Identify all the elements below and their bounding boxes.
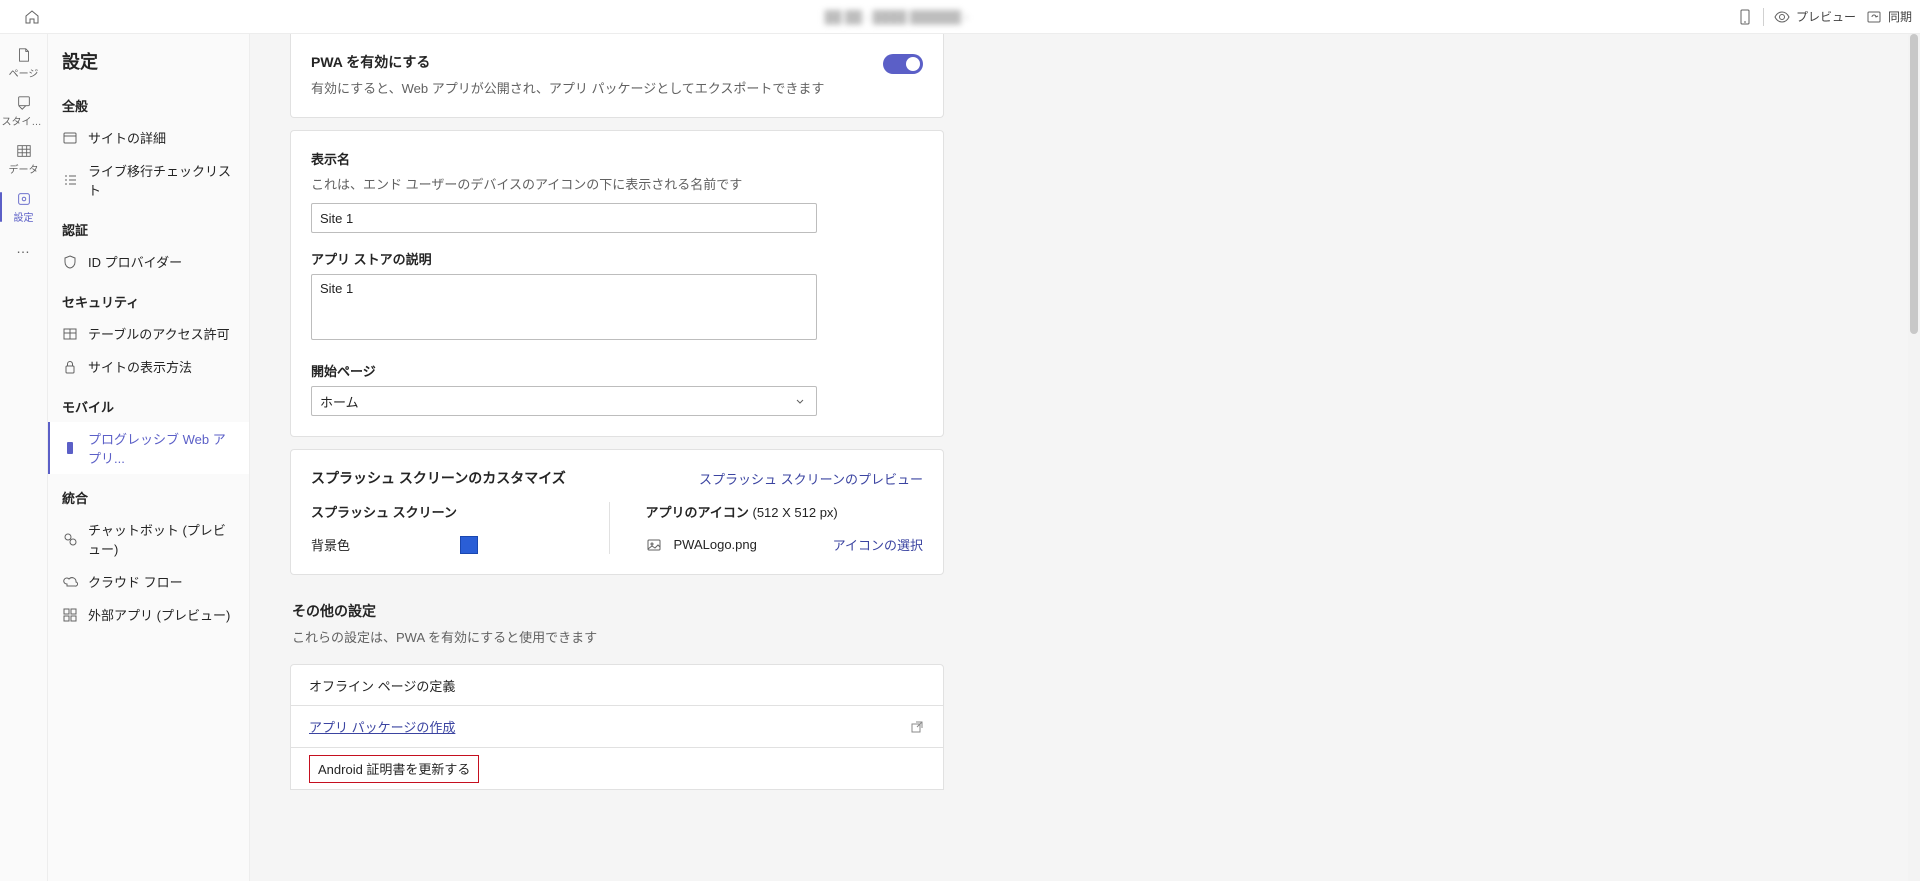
scrollbar-track[interactable] xyxy=(1908,34,1920,881)
icon-select-link[interactable]: アイコンの選択 xyxy=(833,535,923,554)
rail-more[interactable]: … xyxy=(0,232,48,264)
cloud-flow-icon xyxy=(62,574,78,590)
external-link-icon xyxy=(909,719,925,735)
site-details-icon xyxy=(62,130,78,146)
rail-data[interactable]: データ xyxy=(0,136,48,182)
eye-icon xyxy=(1774,9,1790,25)
android-cert-row[interactable]: Android 証明書を更新する xyxy=(309,755,479,783)
sidebar-item-golive[interactable]: ライブ移行チェックリスト xyxy=(48,154,249,206)
rail-styling[interactable]: スタイル... xyxy=(0,88,48,134)
store-desc-input[interactable] xyxy=(311,274,817,340)
section-general: 全般 xyxy=(48,82,249,121)
home-icon[interactable] xyxy=(24,9,40,25)
sync-button[interactable]: 同期 xyxy=(1866,8,1912,25)
display-name-label: 表示名 xyxy=(311,149,923,168)
splash-title: スプラッシュ スクリーンのカスタマイズ xyxy=(311,468,566,488)
create-package-link[interactable]: アプリ パッケージの作成 xyxy=(309,717,455,736)
chevron-down-icon xyxy=(792,393,808,409)
page-icon xyxy=(16,47,32,63)
rail-settings[interactable]: 設定 xyxy=(0,184,48,230)
pwa-enable-toggle[interactable] xyxy=(883,54,923,74)
lock-icon xyxy=(62,359,78,375)
phone-icon xyxy=(62,440,78,456)
display-name-input[interactable] xyxy=(311,203,817,233)
pwa-enable-desc: 有効にすると、Web アプリが公開され、アプリ パッケージとしてエクスポートでき… xyxy=(311,78,853,97)
sidebar-item-site-visibility[interactable]: サイトの表示方法 xyxy=(48,350,249,383)
rail-pages[interactable]: ページ xyxy=(0,40,48,86)
start-page-value: ホーム xyxy=(320,392,359,411)
bgcolor-swatch[interactable] xyxy=(460,536,478,554)
other-settings-desc: これらの設定は、PWA を有効にすると使用できます xyxy=(292,627,942,646)
splash-screen-label: スプラッシュ スクリーン xyxy=(311,502,589,521)
separator xyxy=(1763,8,1764,26)
checklist-icon xyxy=(62,172,78,188)
pwa-enable-title: PWA を有効にする xyxy=(311,52,853,72)
sidebar-item-cloud-flow[interactable]: クラウド フロー xyxy=(48,565,249,598)
offline-pages-row[interactable]: オフライン ページの定義 xyxy=(290,664,944,706)
splash-preview-link[interactable]: スプラッシュ スクリーンのプレビュー xyxy=(699,469,923,488)
app-icon-label: アプリのアイコン (512 X 512 px) xyxy=(646,502,924,521)
section-security: セキュリティ xyxy=(48,278,249,317)
sidebar-item-idp[interactable]: ID プロバイダー xyxy=(48,245,249,278)
scrollbar-thumb[interactable] xyxy=(1910,34,1918,334)
breadcrumb: ██ ██ - ████ ██████ › xyxy=(56,10,1737,24)
settings-icon xyxy=(16,191,32,207)
sidebar-item-table-perms[interactable]: テーブルのアクセス許可 xyxy=(48,317,249,350)
start-page-select[interactable]: ホーム xyxy=(311,386,817,416)
preview-button[interactable]: プレビュー xyxy=(1774,8,1856,25)
sidebar-item-site-details[interactable]: サイトの詳細 xyxy=(48,121,249,154)
sync-label: 同期 xyxy=(1888,8,1912,25)
sidebar-item-chatbot[interactable]: チャットボット (プレビュー) xyxy=(48,513,249,565)
other-settings-title: その他の設定 xyxy=(292,601,942,621)
image-icon xyxy=(646,537,662,553)
table-icon xyxy=(62,326,78,342)
section-auth: 認証 xyxy=(48,206,249,245)
section-mobile: モバイル xyxy=(48,383,249,422)
android-cert-container: Android 証明書を更新する xyxy=(290,748,944,790)
bgcolor-label: 背景色 xyxy=(311,535,350,554)
section-integration: 統合 xyxy=(48,474,249,513)
sync-icon xyxy=(1866,9,1882,25)
display-name-desc: これは、エンド ユーザーのデバイスのアイコンの下に表示される名前です xyxy=(311,174,923,193)
apps-icon xyxy=(62,607,78,623)
create-package-row[interactable]: アプリ パッケージの作成 xyxy=(290,706,944,748)
icon-filename: PWALogo.png xyxy=(674,537,757,552)
styling-icon xyxy=(16,95,32,111)
sidebar-title: 設定 xyxy=(48,34,249,82)
preview-label: プレビュー xyxy=(1796,8,1856,25)
chatbot-icon xyxy=(62,531,78,547)
sidebar-item-external-apps[interactable]: 外部アプリ (プレビュー) xyxy=(48,598,249,631)
sidebar-item-pwa[interactable]: プログレッシブ Web アプリ... xyxy=(48,422,249,474)
store-desc-label: アプリ ストアの説明 xyxy=(311,249,923,268)
data-icon xyxy=(16,143,32,159)
shield-icon xyxy=(62,254,78,270)
tablet-icon[interactable] xyxy=(1737,9,1753,25)
start-page-label: 開始ページ xyxy=(311,361,923,380)
